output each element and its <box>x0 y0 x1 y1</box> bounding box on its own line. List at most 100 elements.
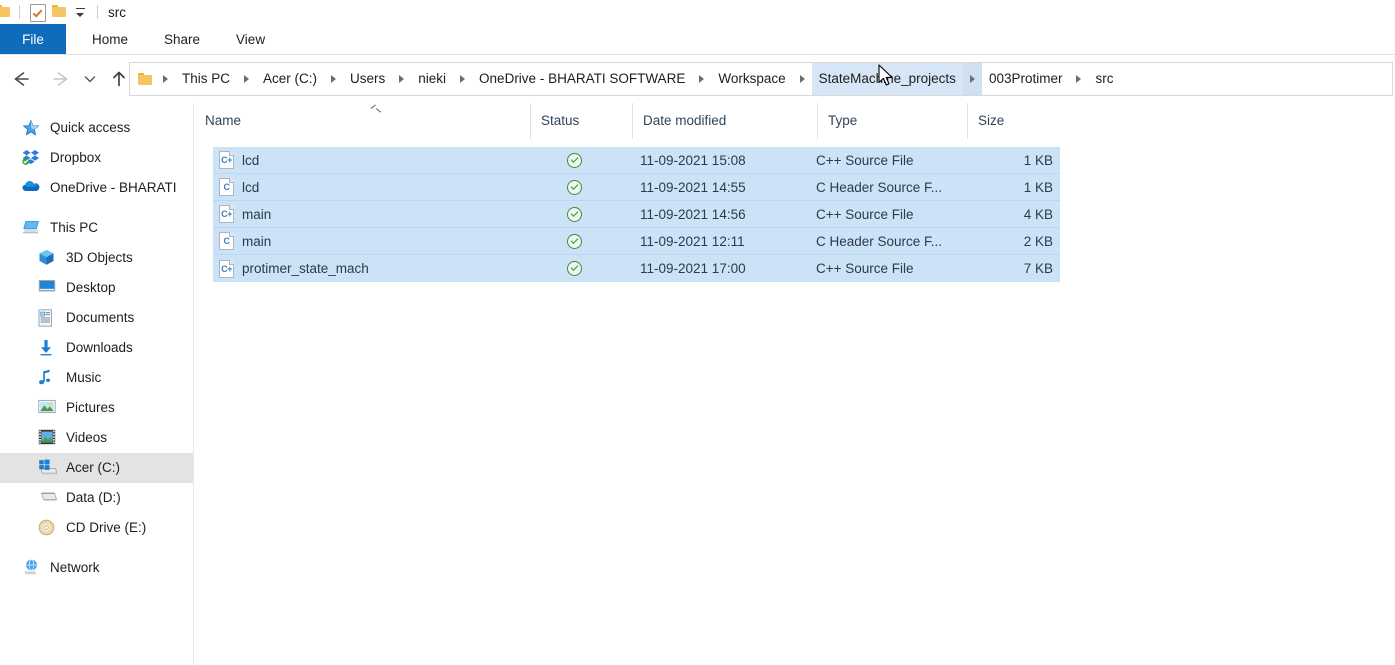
file-type-cell: C++ Source File <box>816 261 914 276</box>
sidebar-item-3d-objects[interactable]: 3D Objects <box>0 243 193 273</box>
sidebar-item-dropbox[interactable]: Dropbox <box>0 143 193 173</box>
file-size-cell: 1 KB <box>1023 179 1053 195</box>
tab-view[interactable]: View <box>222 24 279 54</box>
breadcrumb-separator[interactable] <box>156 63 175 95</box>
breadcrumb-item-acer-c[interactable]: Acer (C:) <box>256 63 324 95</box>
sidebar-item-label: Music <box>66 370 102 386</box>
breadcrumb-separator[interactable] <box>392 63 411 95</box>
sidebar-item-label: Dropbox <box>50 150 102 166</box>
column-header-status[interactable]: Status <box>530 103 632 139</box>
file-name-cell[interactable]: C lcd <box>213 178 535 196</box>
table-row[interactable]: C main 11-09-2021 12:11 C Header Source … <box>213 228 1060 255</box>
tab-share[interactable]: Share <box>150 24 214 54</box>
synced-check-icon <box>567 152 582 168</box>
toolbar-divider-2 <box>97 5 98 19</box>
breadcrumb-folder-icon[interactable] <box>138 72 154 86</box>
sidebar-item-videos[interactable]: Videos <box>0 423 193 453</box>
breadcrumb-separator[interactable] <box>453 63 472 95</box>
file-size-cell: 7 KB <box>1023 261 1053 276</box>
table-row[interactable]: C lcd 11-09-2021 14:55 C Header Source F… <box>213 174 1060 201</box>
file-icon-glyph: C+ <box>221 209 232 219</box>
tab-home[interactable]: Home <box>78 24 142 54</box>
sidebar-item-label: Pictures <box>66 400 115 416</box>
sidebar-item-pictures[interactable]: Pictures <box>0 393 193 423</box>
sidebar-item-data-d[interactable]: Data (D:) <box>0 483 193 513</box>
breadcrumb-separator[interactable] <box>324 63 343 95</box>
sidebar-item-label: Videos <box>66 430 108 446</box>
file-name-cell[interactable]: C+ lcd <box>213 151 535 169</box>
breadcrumb-item-users[interactable]: Users <box>343 63 392 95</box>
documents-icon <box>38 309 58 327</box>
table-row[interactable]: C+ protimer_state_mach 11-09-2021 17:00 … <box>213 255 1060 282</box>
cpp-source-file-icon: C+ <box>219 205 234 223</box>
sidebar-item-label: CD Drive (E:) <box>66 520 147 536</box>
file-date-cell: 11-09-2021 17:00 <box>640 261 746 276</box>
breadcrumb[interactable]: This PC Acer (C:) Users nieki OneDrive -… <box>129 62 1393 96</box>
table-row[interactable]: C+ main 11-09-2021 14:56 C++ Source File… <box>213 201 1060 228</box>
breadcrumb-item-workspace[interactable]: Workspace <box>711 63 792 95</box>
breadcrumb-separator[interactable] <box>237 63 256 95</box>
sidebar-item-documents[interactable]: Documents <box>0 303 193 333</box>
sidebar-item-network[interactable]: Network <box>0 553 193 583</box>
sidebar-item-acer-c[interactable]: Acer (C:) <box>0 453 193 483</box>
breadcrumb-item-nieki[interactable]: nieki <box>411 63 453 95</box>
tab-file[interactable]: File <box>0 24 66 54</box>
column-header-date-modified[interactable]: Date modified <box>632 103 817 139</box>
sidebar-item-downloads[interactable]: Downloads <box>0 333 193 363</box>
breadcrumb-item-this-pc[interactable]: This PC <box>175 63 237 95</box>
sidebar-item-quick-access[interactable]: Quick access <box>0 113 193 143</box>
column-header-label: Date modified <box>643 113 727 128</box>
column-header-name[interactable]: Name <box>195 103 530 139</box>
breadcrumb-item-003protimer[interactable]: 003Protimer <box>982 63 1070 95</box>
breadcrumb-item-src[interactable]: src <box>1088 63 1120 95</box>
file-status-cell <box>535 179 634 195</box>
synced-check-icon <box>567 261 582 276</box>
sidebar-item-music[interactable]: Music <box>0 363 193 393</box>
file-type-cell: C++ Source File <box>816 152 914 168</box>
column-header-type[interactable]: Type <box>817 103 967 139</box>
quick-access-folder-icon[interactable] <box>0 4 13 21</box>
column-headers: Name Status Date modified Type Size <box>195 103 1395 139</box>
sidebar-item-this-pc[interactable]: This PC <box>0 213 193 243</box>
file-status-cell <box>535 261 634 276</box>
breadcrumb-item-statemachine-projects[interactable]: StateMachine_projects <box>811 63 963 95</box>
file-name: lcd <box>242 179 260 195</box>
column-header-label: Status <box>541 113 580 128</box>
toolbar-divider <box>19 5 20 19</box>
column-header-label: Size <box>978 113 1005 128</box>
recent-locations-chevron-down-icon[interactable] <box>80 64 100 94</box>
new-folder-icon[interactable] <box>52 4 69 21</box>
sidebar-item-label: Network <box>50 560 100 576</box>
videos-icon <box>38 429 58 447</box>
breadcrumb-separator[interactable] <box>962 63 982 95</box>
table-row[interactable]: C+ lcd 11-09-2021 15:08 C++ Source File … <box>213 147 1060 174</box>
breadcrumb-item-onedrive-bharati-software[interactable]: OneDrive - BHARATI SOFTWARE <box>472 63 692 95</box>
file-type-cell: C Header Source F... <box>816 179 943 195</box>
sidebar-item-onedrive-bharati[interactable]: OneDrive - BHARATI <box>0 173 193 203</box>
column-header-size[interactable]: Size <box>967 103 1065 139</box>
breadcrumb-separator[interactable] <box>692 63 711 95</box>
back-button[interactable] <box>6 64 36 94</box>
c-header-file-icon: C <box>219 178 234 196</box>
forward-button[interactable] <box>46 64 76 94</box>
file-explorer-window: src File Home Share View This PC Acer (C… <box>0 0 1395 665</box>
title-bar: src <box>0 0 1395 24</box>
windows-drive-icon <box>38 459 58 477</box>
file-name-cell[interactable]: C+ main <box>213 205 535 223</box>
sidebar-item-label: Desktop <box>66 280 116 296</box>
breadcrumb-separator[interactable] <box>1069 63 1088 95</box>
file-list-pane: Name Status Date modified Type Size C+ l… <box>195 103 1395 665</box>
sidebar-item-desktop[interactable]: Desktop <box>0 273 193 303</box>
properties-icon[interactable] <box>30 3 46 22</box>
sidebar-item-cd-drive-e[interactable]: CD Drive (E:) <box>0 513 193 543</box>
file-name-cell[interactable]: C+ protimer_state_mach <box>213 259 535 278</box>
window-title: src <box>108 4 126 20</box>
sidebar-item-label: 3D Objects <box>66 250 133 266</box>
onedrive-cloud-icon <box>22 179 42 197</box>
customize-dropdown-icon[interactable] <box>69 7 91 17</box>
breadcrumb-separator[interactable] <box>793 63 812 95</box>
file-status-cell <box>535 206 634 222</box>
file-icon-glyph: C <box>223 182 231 192</box>
file-name-cell[interactable]: C main <box>213 232 535 250</box>
